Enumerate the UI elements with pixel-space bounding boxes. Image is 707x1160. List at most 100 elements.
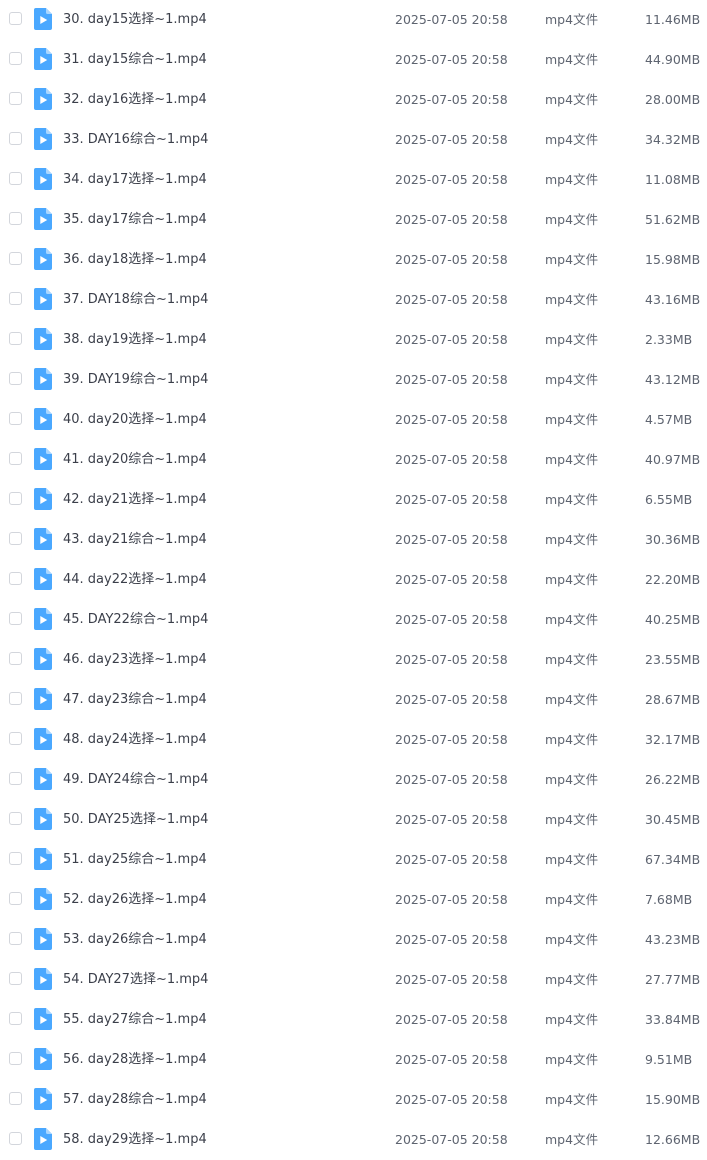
file-name[interactable]: 46. day23选择~1.mp4 bbox=[63, 651, 207, 668]
row-checkbox[interactable] bbox=[9, 412, 22, 425]
file-type: mp4文件 bbox=[545, 972, 599, 987]
file-name[interactable]: 54. DAY27选择~1.mp4 bbox=[63, 971, 208, 988]
file-name[interactable]: 32. day16选择~1.mp4 bbox=[63, 91, 207, 108]
row-checkbox[interactable] bbox=[9, 492, 22, 505]
row-checkbox[interactable] bbox=[9, 1012, 22, 1025]
file-name[interactable]: 45. DAY22综合~1.mp4 bbox=[63, 611, 208, 628]
row-checkbox[interactable] bbox=[9, 92, 22, 105]
row-checkbox[interactable] bbox=[9, 1052, 22, 1065]
row-checkbox[interactable] bbox=[9, 572, 22, 585]
file-name[interactable]: 58. day29选择~1.mp4 bbox=[63, 1131, 207, 1148]
file-row[interactable]: 34. day17选择~1.mp4 2025-07-05 20:58 mp4文件… bbox=[0, 160, 707, 200]
file-row[interactable]: 48. day24选择~1.mp4 2025-07-05 20:58 mp4文件… bbox=[0, 720, 707, 760]
file-size: 33.84MB bbox=[645, 1012, 701, 1027]
file-row[interactable]: 31. day15综合~1.mp4 2025-07-05 20:58 mp4文件… bbox=[0, 40, 707, 80]
file-name[interactable]: 39. DAY19综合~1.mp4 bbox=[63, 371, 208, 388]
file-name[interactable]: 56. day28选择~1.mp4 bbox=[63, 1051, 207, 1068]
row-checkbox[interactable] bbox=[9, 172, 22, 185]
row-checkbox[interactable] bbox=[9, 332, 22, 345]
file-row[interactable]: 55. day27综合~1.mp4 2025-07-05 20:58 mp4文件… bbox=[0, 1000, 707, 1040]
file-name[interactable]: 51. day25综合~1.mp4 bbox=[63, 851, 207, 868]
file-name[interactable]: 33. DAY16综合~1.mp4 bbox=[63, 131, 208, 148]
video-file-icon bbox=[34, 1128, 52, 1150]
file-row[interactable]: 40. day20选择~1.mp4 2025-07-05 20:58 mp4文件… bbox=[0, 400, 707, 440]
file-row[interactable]: 56. day28选择~1.mp4 2025-07-05 20:58 mp4文件… bbox=[0, 1040, 707, 1080]
file-name[interactable]: 43. day21综合~1.mp4 bbox=[63, 531, 207, 548]
file-row[interactable]: 35. day17综合~1.mp4 2025-07-05 20:58 mp4文件… bbox=[0, 200, 707, 240]
file-name[interactable]: 30. day15选择~1.mp4 bbox=[63, 11, 207, 28]
file-row[interactable]: 44. day22选择~1.mp4 2025-07-05 20:58 mp4文件… bbox=[0, 560, 707, 600]
file-name[interactable]: 36. day18选择~1.mp4 bbox=[63, 251, 207, 268]
file-name[interactable]: 31. day15综合~1.mp4 bbox=[63, 51, 207, 68]
file-row[interactable]: 47. day23综合~1.mp4 2025-07-05 20:58 mp4文件… bbox=[0, 680, 707, 720]
file-modified-date: 2025-07-05 20:58 bbox=[395, 132, 508, 147]
file-name[interactable]: 35. day17综合~1.mp4 bbox=[63, 211, 207, 228]
file-modified-date: 2025-07-05 20:58 bbox=[395, 692, 508, 707]
file-name[interactable]: 34. day17选择~1.mp4 bbox=[63, 171, 207, 188]
row-checkbox[interactable] bbox=[9, 852, 22, 865]
file-name[interactable]: 53. day26综合~1.mp4 bbox=[63, 931, 207, 948]
file-name[interactable]: 42. day21选择~1.mp4 bbox=[63, 491, 207, 508]
row-checkbox[interactable] bbox=[9, 972, 22, 985]
video-file-icon bbox=[34, 48, 52, 70]
row-checkbox[interactable] bbox=[9, 1092, 22, 1105]
file-row[interactable]: 54. DAY27选择~1.mp4 2025-07-05 20:58 mp4文件… bbox=[0, 960, 707, 1000]
file-name[interactable]: 40. day20选择~1.mp4 bbox=[63, 411, 207, 428]
row-checkbox[interactable] bbox=[9, 12, 22, 25]
file-row[interactable]: 36. day18选择~1.mp4 2025-07-05 20:58 mp4文件… bbox=[0, 240, 707, 280]
file-row[interactable]: 46. day23选择~1.mp4 2025-07-05 20:58 mp4文件… bbox=[0, 640, 707, 680]
file-row[interactable]: 53. day26综合~1.mp4 2025-07-05 20:58 mp4文件… bbox=[0, 920, 707, 960]
file-name[interactable]: 48. day24选择~1.mp4 bbox=[63, 731, 207, 748]
file-row[interactable]: 49. DAY24综合~1.mp4 2025-07-05 20:58 mp4文件… bbox=[0, 760, 707, 800]
file-name[interactable]: 38. day19选择~1.mp4 bbox=[63, 331, 207, 348]
file-name[interactable]: 49. DAY24综合~1.mp4 bbox=[63, 771, 208, 788]
row-checkbox[interactable] bbox=[9, 932, 22, 945]
row-checkbox[interactable] bbox=[9, 532, 22, 545]
row-checkbox[interactable] bbox=[9, 132, 22, 145]
file-type: mp4文件 bbox=[545, 892, 599, 907]
file-row[interactable]: 50. DAY25选择~1.mp4 2025-07-05 20:58 mp4文件… bbox=[0, 800, 707, 840]
file-type: mp4文件 bbox=[545, 612, 599, 627]
file-row[interactable]: 32. day16选择~1.mp4 2025-07-05 20:58 mp4文件… bbox=[0, 80, 707, 120]
row-checkbox[interactable] bbox=[9, 252, 22, 265]
file-row[interactable]: 41. day20综合~1.mp4 2025-07-05 20:58 mp4文件… bbox=[0, 440, 707, 480]
row-checkbox[interactable] bbox=[9, 692, 22, 705]
file-row[interactable]: 42. day21选择~1.mp4 2025-07-05 20:58 mp4文件… bbox=[0, 480, 707, 520]
file-name[interactable]: 50. DAY25选择~1.mp4 bbox=[63, 811, 208, 828]
row-checkbox[interactable] bbox=[9, 652, 22, 665]
file-row[interactable]: 33. DAY16综合~1.mp4 2025-07-05 20:58 mp4文件… bbox=[0, 120, 707, 160]
file-row[interactable]: 37. DAY18综合~1.mp4 2025-07-05 20:58 mp4文件… bbox=[0, 280, 707, 320]
file-type: mp4文件 bbox=[545, 372, 599, 387]
row-checkbox[interactable] bbox=[9, 612, 22, 625]
row-checkbox[interactable] bbox=[9, 892, 22, 905]
file-size: 32.17MB bbox=[645, 732, 701, 747]
file-modified-date: 2025-07-05 20:58 bbox=[395, 172, 508, 187]
file-name[interactable]: 47. day23综合~1.mp4 bbox=[63, 691, 207, 708]
file-name[interactable]: 55. day27综合~1.mp4 bbox=[63, 1011, 207, 1028]
file-name[interactable]: 37. DAY18综合~1.mp4 bbox=[63, 291, 208, 308]
file-name[interactable]: 52. day26选择~1.mp4 bbox=[63, 891, 207, 908]
row-checkbox[interactable] bbox=[9, 292, 22, 305]
file-row[interactable]: 38. day19选择~1.mp4 2025-07-05 20:58 mp4文件… bbox=[0, 320, 707, 360]
file-row[interactable]: 51. day25综合~1.mp4 2025-07-05 20:58 mp4文件… bbox=[0, 840, 707, 880]
file-row[interactable]: 43. day21综合~1.mp4 2025-07-05 20:58 mp4文件… bbox=[0, 520, 707, 560]
row-checkbox[interactable] bbox=[9, 372, 22, 385]
file-row[interactable]: 58. day29选择~1.mp4 2025-07-05 20:58 mp4文件… bbox=[0, 1120, 707, 1160]
row-checkbox[interactable] bbox=[9, 812, 22, 825]
file-type: mp4文件 bbox=[545, 172, 599, 187]
file-row[interactable]: 45. DAY22综合~1.mp4 2025-07-05 20:58 mp4文件… bbox=[0, 600, 707, 640]
file-row[interactable]: 57. day28综合~1.mp4 2025-07-05 20:58 mp4文件… bbox=[0, 1080, 707, 1120]
row-checkbox[interactable] bbox=[9, 452, 22, 465]
file-modified-date: 2025-07-05 20:58 bbox=[395, 572, 508, 587]
file-row[interactable]: 52. day26选择~1.mp4 2025-07-05 20:58 mp4文件… bbox=[0, 880, 707, 920]
row-checkbox[interactable] bbox=[9, 1132, 22, 1145]
file-name[interactable]: 41. day20综合~1.mp4 bbox=[63, 451, 207, 468]
file-name[interactable]: 57. day28综合~1.mp4 bbox=[63, 1091, 207, 1108]
row-checkbox[interactable] bbox=[9, 212, 22, 225]
file-row[interactable]: 39. DAY19综合~1.mp4 2025-07-05 20:58 mp4文件… bbox=[0, 360, 707, 400]
file-row[interactable]: 30. day15选择~1.mp4 2025-07-05 20:58 mp4文件… bbox=[0, 0, 707, 40]
file-name[interactable]: 44. day22选择~1.mp4 bbox=[63, 571, 207, 588]
row-checkbox[interactable] bbox=[9, 52, 22, 65]
row-checkbox[interactable] bbox=[9, 732, 22, 745]
row-checkbox[interactable] bbox=[9, 772, 22, 785]
